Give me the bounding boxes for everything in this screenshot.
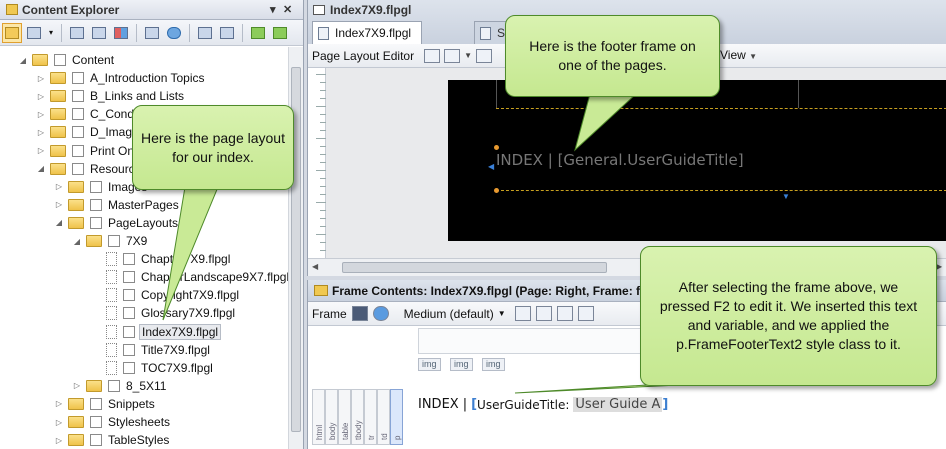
page-layout-callout-pointer: [162, 186, 219, 321]
callout-footer-frame-text: Here is the footer frame on one of the p…: [529, 38, 696, 73]
footer-callout-pointer: [574, 93, 638, 152]
callout-footer-frame: Here is the footer frame on one of the p…: [505, 15, 720, 97]
callout-page-layout-text: Here is the page layout for our index.: [141, 129, 285, 165]
callout-after-selecting-text: After selecting the frame above, we pres…: [659, 279, 918, 352]
callout-page-layout: Here is the page layout for our index.: [132, 105, 294, 190]
callout-after-selecting: After selecting the frame above, we pres…: [640, 246, 937, 386]
